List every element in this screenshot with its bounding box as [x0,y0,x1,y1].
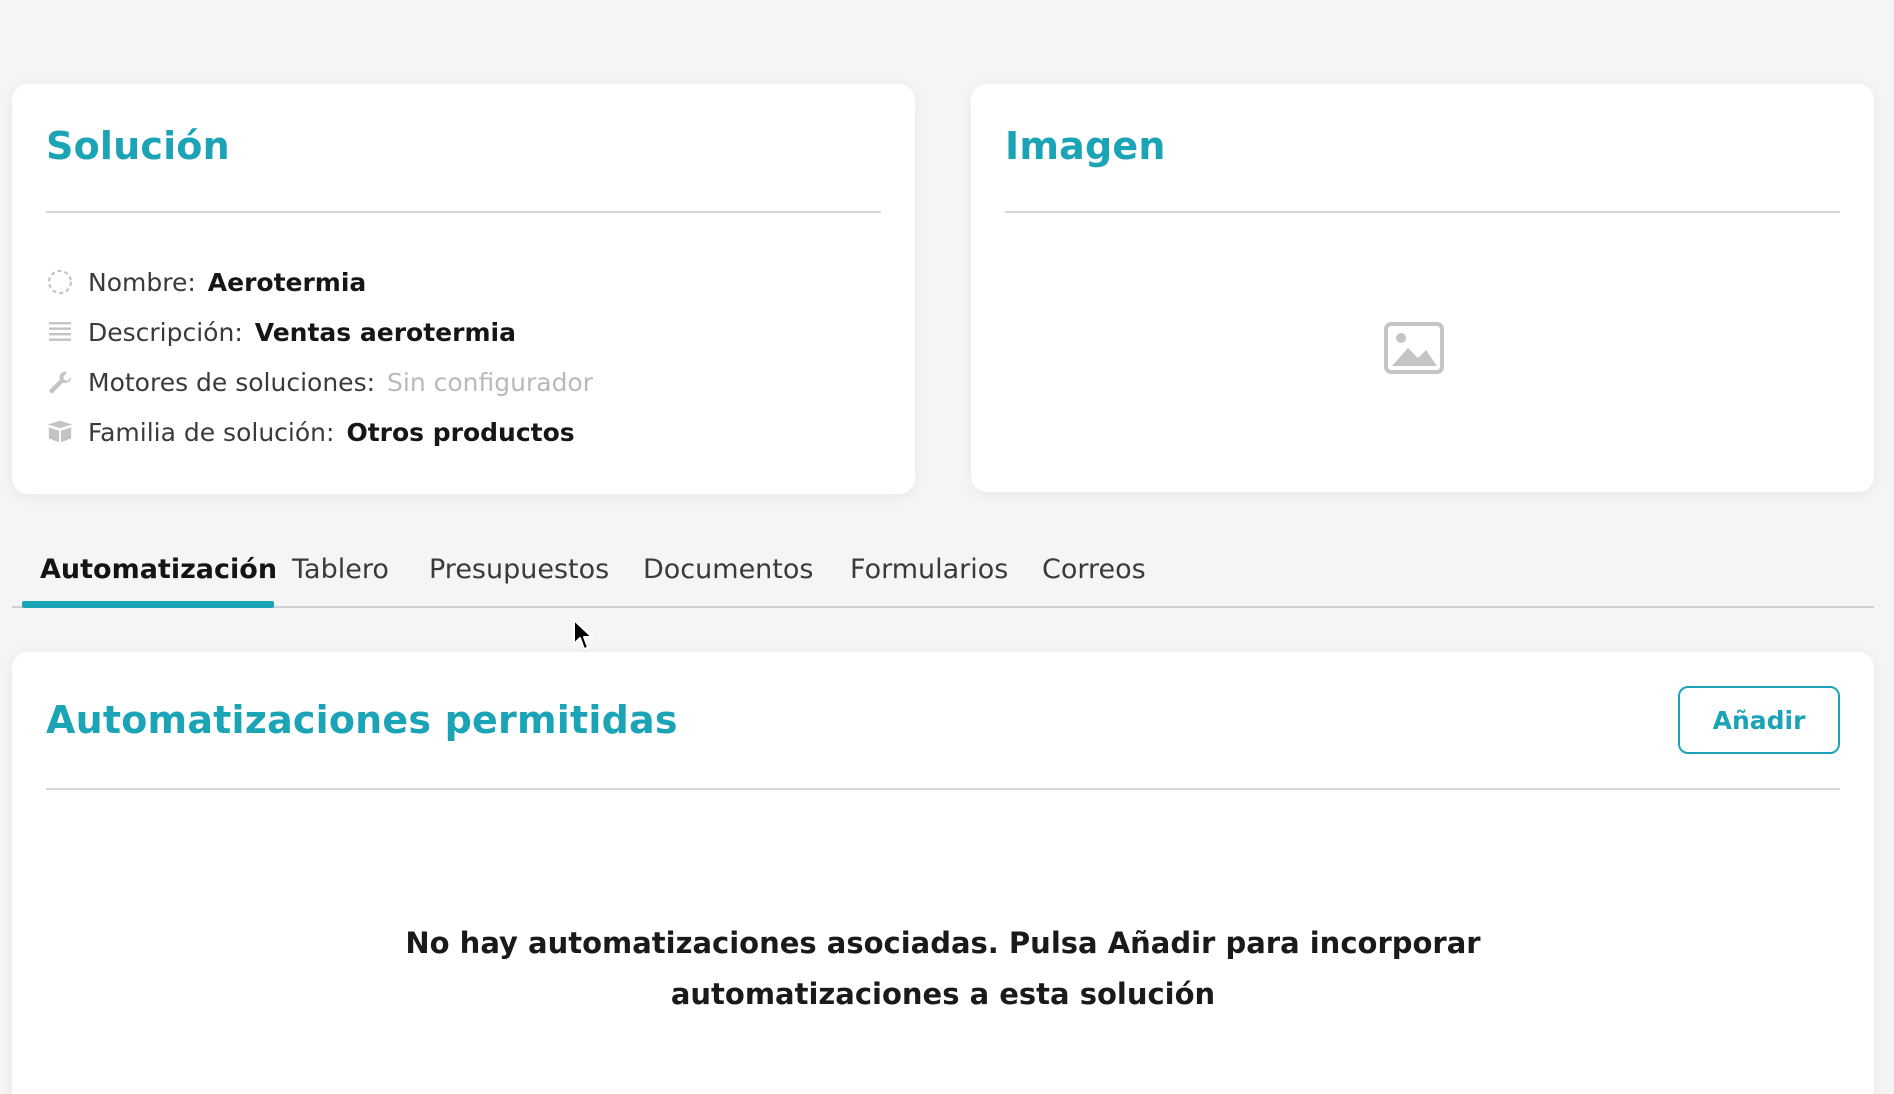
field-nombre-value: Aerotermia [207,267,367,297]
box-icon [46,418,74,446]
field-descripcion-label: Descripción: [88,317,243,347]
lines-icon [46,318,74,346]
field-familia-value: Otros productos [346,417,575,447]
tab-formularios[interactable]: Formularios [850,554,1008,600]
field-motores-value: Sin configurador [387,367,594,397]
mouse-cursor-icon [572,618,594,652]
field-familia-label: Familia de solución: [88,417,335,447]
field-descripcion: Descripción: Ventas aerotermia [46,314,516,350]
tab-presupuestos[interactable]: Presupuestos [429,554,609,600]
tabs-bar: Automatización Tablero Presupuestos Docu… [12,548,1874,608]
image-card: Imagen [971,84,1874,492]
wrench-icon [46,368,74,396]
image-divider [1005,211,1840,213]
loading-circle-icon [46,268,74,296]
field-nombre-label: Nombre: [88,267,196,297]
empty-message-line2: automatizaciones a esta solución [670,977,1216,1011]
tab-automatizacion[interactable]: Automatización [40,554,277,600]
solution-divider [46,211,881,213]
image-title: Imagen [1005,124,1166,168]
active-tab-indicator [22,601,274,608]
tab-tablero[interactable]: Tablero [292,554,389,600]
solution-card: Solución Nombre: Aerotermia Descripción:… [12,84,915,494]
tab-correos[interactable]: Correos [1042,554,1146,600]
empty-message-line1: No hay automatizaciones asociadas. Pulsa… [405,926,1481,960]
solution-title: Solución [46,124,230,168]
empty-state-message: No hay automatizaciones asociadas. Pulsa… [12,918,1874,1020]
field-motores: Motores de soluciones: Sin configurador [46,364,593,400]
field-descripcion-value: Ventas aerotermia [254,317,516,347]
field-nombre: Nombre: Aerotermia [46,264,366,300]
field-familia: Familia de solución: Otros productos [46,414,575,450]
automations-title: Automatizaciones permitidas [46,698,678,742]
tab-documentos[interactable]: Documentos [643,554,813,600]
automations-divider [46,788,1840,790]
automations-card: Automatizaciones permitidas Añadir No ha… [12,652,1874,1094]
add-button[interactable]: Añadir [1678,686,1840,754]
image-placeholder-icon[interactable] [1384,322,1444,374]
field-motores-label: Motores de soluciones: [88,367,376,397]
